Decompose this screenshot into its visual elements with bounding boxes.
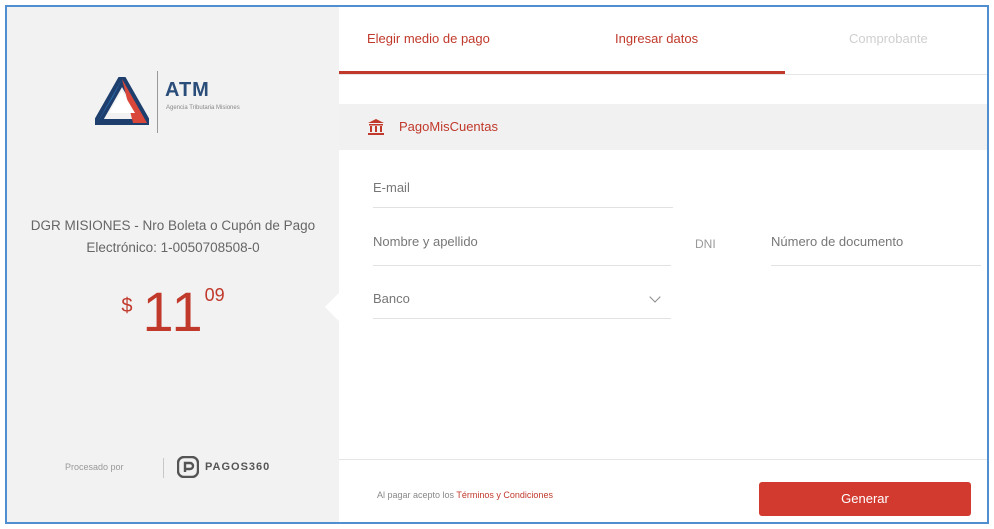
email-field[interactable]: E-mail bbox=[373, 168, 673, 208]
processed-by-brand: PAGOS360 bbox=[205, 461, 271, 473]
tab-comprobante: Comprobante bbox=[849, 31, 928, 46]
amount-currency: $ bbox=[121, 295, 133, 317]
tab-progress-underline bbox=[339, 71, 785, 74]
logo-name: ATM bbox=[165, 79, 210, 101]
terms-link[interactable]: Términos y Condiciones bbox=[456, 490, 553, 500]
form-footer: Al pagar acepto los Términos y Condicion… bbox=[339, 459, 987, 522]
processed-by-label: Procesado por bbox=[65, 462, 124, 472]
processed-by-divider bbox=[163, 458, 164, 478]
tab-ingresar-datos[interactable]: Ingresar datos bbox=[615, 31, 698, 46]
payment-method-label: PagoMisCuentas bbox=[399, 119, 498, 134]
terms-prefix: Al pagar acepto los bbox=[377, 490, 455, 500]
document-number-field[interactable]: Número de documento bbox=[771, 222, 981, 266]
bank-select[interactable]: Banco bbox=[373, 279, 671, 319]
payment-amount: $1109 bbox=[7, 279, 339, 344]
bank-placeholder: Banco bbox=[373, 291, 410, 306]
step-tabs: Elegir medio de pago Ingresar datos Comp… bbox=[339, 7, 987, 75]
atm-logo: ATM Agencia Tributaria Misiones bbox=[95, 67, 265, 137]
document-type-label[interactable]: DNI bbox=[695, 237, 716, 251]
payment-description: DGR MISIONES - Nro Boleta o Cupón de Pag… bbox=[30, 218, 316, 255]
generate-button[interactable]: Generar bbox=[759, 482, 971, 516]
amount-integer: 11 bbox=[142, 280, 205, 343]
name-placeholder: Nombre y apellido bbox=[373, 234, 478, 249]
logo-divider bbox=[157, 71, 158, 133]
bank-icon bbox=[368, 119, 384, 135]
pagos360-logo-icon bbox=[177, 456, 199, 478]
email-placeholder: E-mail bbox=[373, 180, 410, 195]
checkout-frame: ATM Agencia Tributaria Misiones DGR MISI… bbox=[5, 5, 989, 524]
atm-triangle-logo-icon bbox=[95, 77, 149, 125]
tab-elegir-medio[interactable]: Elegir medio de pago bbox=[367, 31, 490, 46]
chevron-down-icon bbox=[649, 291, 661, 303]
payment-form-panel: Elegir medio de pago Ingresar datos Comp… bbox=[339, 7, 987, 522]
amount-decimal: 09 bbox=[204, 285, 225, 305]
payment-summary-panel: ATM Agencia Tributaria Misiones DGR MISI… bbox=[7, 7, 339, 522]
logo-subtitle: Agencia Tributaria Misiones bbox=[166, 105, 240, 111]
processed-by: Procesado por PAGOS360 bbox=[55, 453, 305, 483]
terms-text: Al pagar acepto los Términos y Condicion… bbox=[377, 490, 553, 500]
document-placeholder: Número de documento bbox=[771, 234, 904, 249]
name-field[interactable]: Nombre y apellido bbox=[373, 222, 671, 266]
payment-method-header: PagoMisCuentas bbox=[339, 104, 987, 150]
